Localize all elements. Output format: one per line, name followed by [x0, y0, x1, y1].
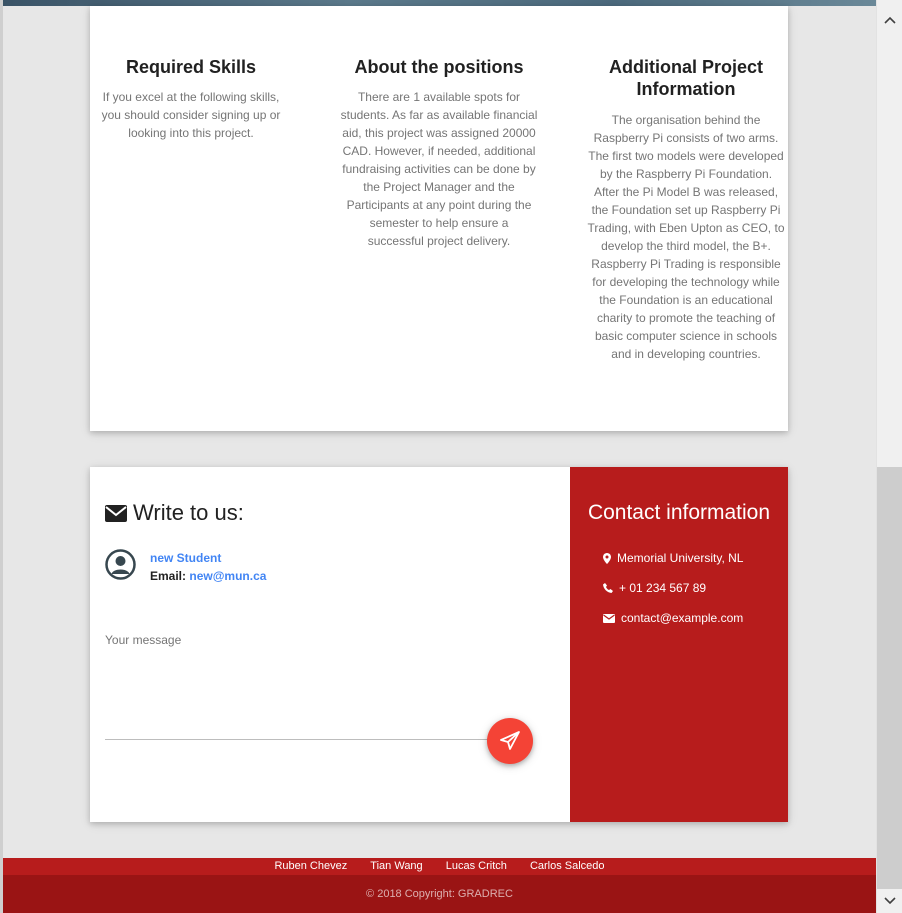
contact-email: contact@example.com	[603, 611, 743, 625]
additional-info-section: Additional Project Information The organ…	[587, 56, 785, 363]
user-email-link[interactable]: new@mun.ca	[189, 569, 266, 583]
required-skills-section: Required Skills If you excel at the foll…	[100, 56, 282, 142]
about-positions-text: There are 1 available spots for students…	[340, 90, 538, 248]
contact-address: Memorial University, NL	[603, 551, 743, 565]
required-skills-text: If you excel at the following skills, yo…	[101, 90, 281, 140]
about-positions-section: About the positions There are 1 availabl…	[340, 56, 538, 250]
additional-info-text: The organisation behind the Raspberry Pi…	[587, 113, 785, 361]
contact-address-text: Memorial University, NL	[617, 551, 744, 565]
message-field-label: Your message	[105, 633, 182, 647]
scrollbar-thumb[interactable]	[877, 467, 902, 889]
user-email-line: Email: new@mun.ca	[150, 569, 266, 583]
message-textarea[interactable]	[105, 739, 500, 740]
footer-names-bar: Ruben Chevez Tian Wang Lucas Critch Carl…	[3, 858, 876, 875]
contact-information-title: Contact information	[587, 501, 771, 524]
additional-info-title: Additional Project Information	[608, 57, 763, 99]
phone-icon	[603, 583, 613, 593]
chevron-down-icon	[883, 897, 896, 905]
required-skills-title: Required Skills	[125, 57, 257, 77]
footer-name-link[interactable]: Tian Wang	[370, 860, 422, 872]
write-to-us-title: Write to us:	[133, 500, 244, 525]
contact-phone-text: + 01 234 567 89	[619, 581, 707, 595]
user-name-link[interactable]: new Student	[150, 551, 221, 565]
contact-phone: + 01 234 567 89	[603, 581, 706, 595]
scroll-down-button[interactable]	[877, 889, 902, 913]
about-positions-title: About the positions	[354, 57, 524, 77]
contact-information-panel: Contact information Memorial University,…	[570, 467, 788, 822]
footer-name-link[interactable]: Ruben Chevez	[274, 860, 347, 872]
envelope-icon	[603, 613, 615, 623]
window-left-edge	[0, 0, 3, 913]
footer-name-link[interactable]: Carlos Salcedo	[530, 860, 605, 872]
chevron-up-icon	[883, 16, 896, 24]
envelope-icon	[105, 504, 127, 522]
footer-copyright: © 2018 Copyright: GRADREC	[3, 875, 876, 913]
footer-name-link[interactable]: Lucas Critch	[446, 860, 507, 872]
map-marker-icon	[603, 552, 611, 564]
email-label: Email:	[150, 569, 187, 583]
send-button[interactable]	[487, 718, 533, 764]
write-to-us-heading: Write to us:	[105, 500, 244, 526]
avatar-icon	[105, 549, 136, 580]
contact-card: Write to us: new Student Email: new@mun.…	[90, 467, 788, 822]
paper-plane-icon	[500, 731, 520, 750]
project-info-card: Required Skills If you excel at the foll…	[90, 6, 788, 431]
scroll-up-button[interactable]	[877, 8, 902, 32]
contact-email-text: contact@example.com	[621, 611, 744, 625]
